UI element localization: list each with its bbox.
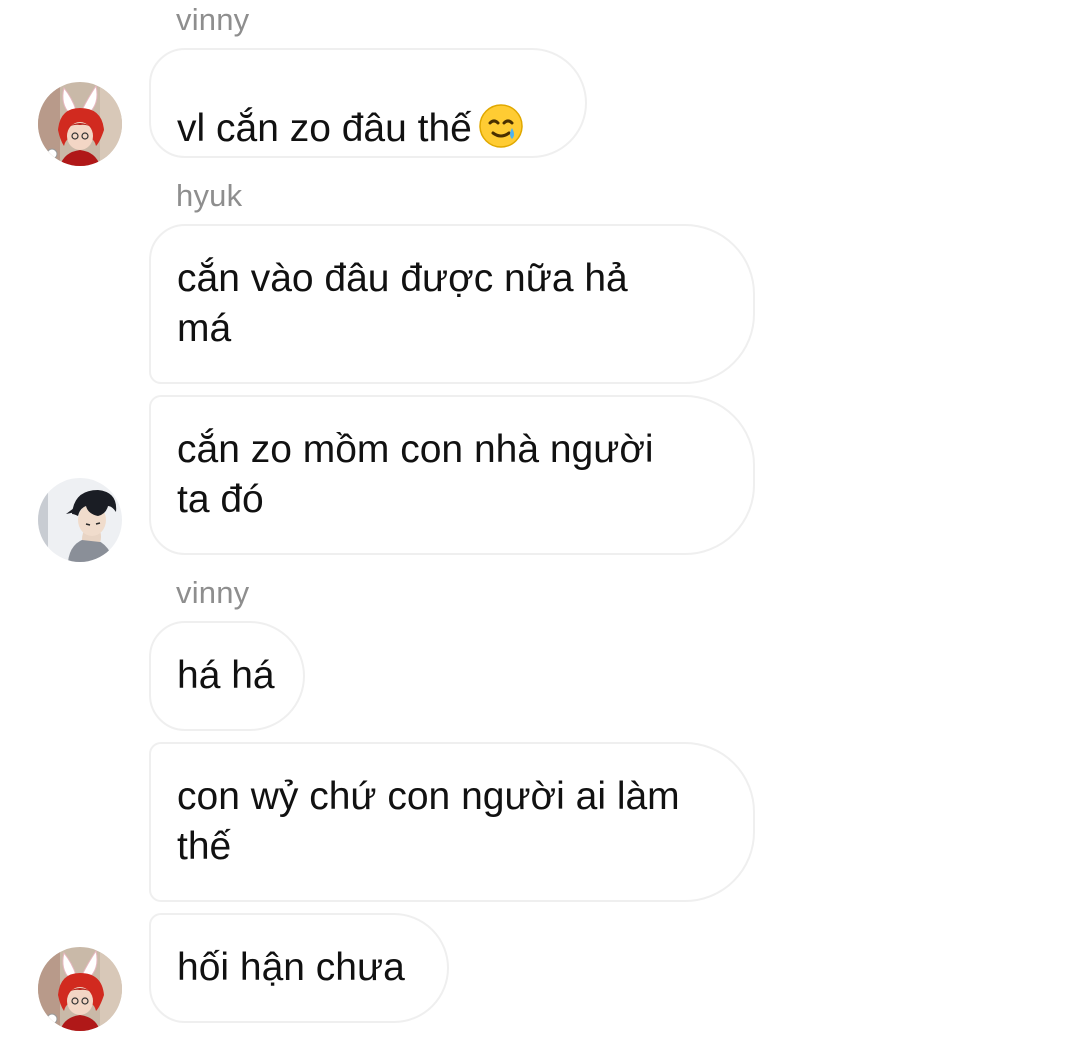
smiling-face-with-tear-icon — [479, 103, 523, 148]
message-bubble[interactable]: cắn zo mồm con nhà người ta đó — [149, 395, 755, 555]
sender-name: vinny — [176, 2, 250, 37]
avatar[interactable] — [38, 947, 122, 1031]
message-bubble[interactable]: há há — [149, 621, 305, 731]
message-bubble[interactable]: cắn vào đâu được nữa hả má — [149, 224, 755, 384]
message-bubble[interactable]: con wỷ chứ con người ai làm thế — [149, 742, 755, 902]
sender-name: vinny — [176, 575, 250, 610]
message-text: cắn zo mồm con nhà người ta đó — [177, 428, 654, 521]
red-hair-bunny-ears-icon — [38, 82, 122, 166]
avatar[interactable] — [38, 478, 122, 562]
message-text: vl cắn zo đâu thế — [177, 53, 524, 154]
message-text: cắn vào đâu được nữa hả má — [177, 257, 628, 350]
message-bubble[interactable]: hối hận chưa — [149, 913, 449, 1023]
message-text: há há — [177, 654, 275, 697]
dark-hair-manhwa-icon — [38, 478, 122, 562]
message-text: con wỷ chứ con người ai làm thế — [177, 775, 680, 868]
sender-name: hyuk — [176, 178, 243, 213]
avatar[interactable] — [38, 82, 122, 166]
message-text: hối hận chưa — [177, 946, 405, 989]
message-bubble[interactable]: vl cắn zo đâu thế — [149, 48, 587, 158]
red-hair-bunny-ears-icon — [38, 947, 122, 1031]
